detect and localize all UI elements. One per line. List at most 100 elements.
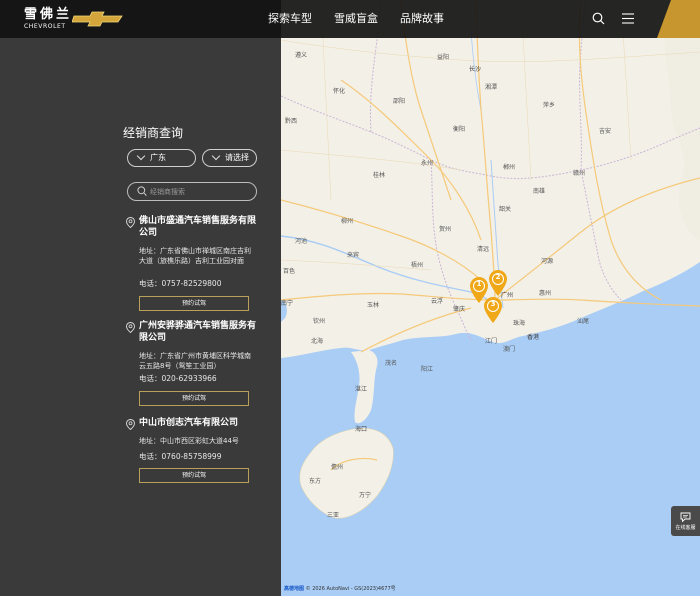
nav-blind-box[interactable]: 雪威盲盒 <box>334 13 378 25</box>
map-label: 黔西 <box>285 118 298 125</box>
map-label: 湛江 <box>355 386 368 393</box>
dealer-name[interactable]: 佛山市盛通汽车销售服务有限公司 <box>139 216 261 239</box>
map-label: 怀化 <box>333 88 346 95</box>
map-label: 云浮 <box>431 298 444 305</box>
dealer-phone: 电话：020-62933966 <box>139 374 217 384</box>
map-label: 湘潭 <box>485 84 498 91</box>
map-label: 阳江 <box>421 366 434 373</box>
marker-number: 1 <box>476 280 482 288</box>
gold-corner-decoration <box>657 0 700 38</box>
map-label: 万宁 <box>359 492 372 499</box>
map-label: 百色 <box>283 268 296 275</box>
chat-bubble-icon <box>680 512 691 522</box>
logo-en-text: CHEVROLET <box>24 23 66 30</box>
chevron-down-icon <box>136 151 146 161</box>
map-label: 吉安 <box>599 128 612 135</box>
map-label: 梧州 <box>411 262 424 269</box>
dealer-map[interactable]: 长沙 怀化 邵阳 衡阳 桂林 柳州 河池 来宾 百色 南宁 玉林 梧州 韶关 清… <box>281 0 700 596</box>
map-label: 遵义 <box>295 52 308 59</box>
map-label: 邵阳 <box>393 98 406 105</box>
phone-value: 020-62933966 <box>161 374 217 383</box>
map-label: 南雄 <box>533 188 546 195</box>
map-label: 北海 <box>311 338 324 345</box>
city-select-value: 请选择 <box>225 153 249 162</box>
dealer-address: 地址：广东省广州市黄埔区科学城南云五路8号（鸳笙工业园） <box>139 351 251 371</box>
panel-title: 经销商查询 <box>123 126 184 140</box>
map-label: 海口 <box>355 426 368 433</box>
map-label: 香港 <box>527 334 540 341</box>
phone-value: 0760-85758999 <box>161 452 222 461</box>
map-label: 柳州 <box>341 218 354 225</box>
attribution-brand: 高德地图 <box>284 586 305 592</box>
logo-cn-text: 雪佛兰 <box>24 7 73 22</box>
attribution-text: © 2026 AutoNavi - GS(2023)4677号 <box>305 586 396 592</box>
map-label: 永州 <box>421 160 434 167</box>
map-label: 珠海 <box>513 320 526 327</box>
map-label: 赣州 <box>573 170 586 177</box>
province-select[interactable]: 广东 <box>127 149 196 167</box>
search-icon[interactable] <box>592 12 605 25</box>
phone-prefix: 电话： <box>139 279 162 288</box>
map-label: 郴州 <box>503 164 516 171</box>
phone-prefix: 电话： <box>139 374 162 383</box>
marker-number: 2 <box>495 273 501 281</box>
main-nav: 探索车型 雪威盲盒 品牌故事 <box>268 0 444 38</box>
book-test-drive-button[interactable]: 预约试驾 <box>139 296 249 311</box>
map-label: 澳门 <box>503 346 516 353</box>
dealer-search-input[interactable] <box>150 184 250 199</box>
address-prefix: 地址： <box>139 247 160 255</box>
map-label: 惠州 <box>539 290 552 297</box>
map-label: 儋州 <box>331 464 344 471</box>
map-label: 汕尾 <box>577 318 590 325</box>
book-test-drive-button[interactable]: 预约试驾 <box>139 468 249 483</box>
location-pin-icon <box>126 419 135 430</box>
nav-brand-story[interactable]: 品牌故事 <box>400 13 444 25</box>
dealer-address: 地址：中山市西区彩虹大道44号 <box>139 436 251 446</box>
map-label: 来宾 <box>347 252 360 259</box>
book-test-drive-button[interactable]: 预约试驾 <box>139 391 249 406</box>
map-label: 玉林 <box>367 302 380 309</box>
map-label: 东方 <box>309 478 322 485</box>
map-label: 桂林 <box>373 172 386 179</box>
map-label: 益阳 <box>437 54 450 61</box>
map-label: 茂名 <box>385 360 398 367</box>
map-label: 衡阳 <box>453 126 466 133</box>
dealer-phone: 电话：0760-85758999 <box>139 452 221 462</box>
map-label: 韶关 <box>499 206 512 213</box>
map-attribution: 高德地图 © 2026 AutoNavi - GS(2023)4677号 <box>284 586 396 592</box>
dealer-search-panel: 经销商查询 广东 请选择 佛山市盛通汽车销售服务有限公司 地址：广东省佛山市禅城… <box>0 38 281 596</box>
dealer-address: 地址：广东省佛山市禅城区南庄吉利大道（旅樵乐路）吉利工业园对面 <box>139 246 251 266</box>
map-label: 清远 <box>477 246 490 253</box>
dealer-search-box <box>127 182 257 201</box>
map-label: 钦州 <box>313 318 326 325</box>
nav-explore-models[interactable]: 探索车型 <box>268 13 312 25</box>
bowtie-icon <box>72 11 123 27</box>
phone-prefix: 电话： <box>139 452 162 461</box>
marker-number: 3 <box>490 300 496 308</box>
map-label: 三亚 <box>327 512 340 519</box>
menu-icon[interactable] <box>622 13 634 24</box>
location-pin-icon <box>126 322 135 333</box>
map-label: 长沙 <box>469 66 482 73</box>
address-value: 中山市西区彩虹大道44号 <box>160 437 239 445</box>
address-prefix: 地址： <box>139 437 160 445</box>
map-label: 河源 <box>541 258 554 265</box>
city-select[interactable]: 请选择 <box>202 149 257 167</box>
address-prefix: 地址： <box>139 352 160 360</box>
top-header: 雪佛兰 CHEVROLET 探索车型 雪威盲盒 品牌故事 <box>0 0 700 38</box>
map-label: 河池 <box>295 238 308 245</box>
map-label: 南宁 <box>281 300 294 307</box>
chevron-down-icon <box>211 151 221 161</box>
location-pin-icon <box>126 217 135 228</box>
dealer-phone: 电话：0757-82529800 <box>139 279 221 289</box>
province-select-value: 广东 <box>150 153 166 162</box>
map-label: 江门 <box>485 338 498 345</box>
dealer-name[interactable]: 中山市创志汽车有限公司 <box>139 418 261 430</box>
dealer-name[interactable]: 广州安骅骅通汽车销售服务有限公司 <box>139 321 261 344</box>
online-service-label: 在线客服 <box>675 525 696 531</box>
map-label: 贺州 <box>439 226 452 233</box>
online-service-button[interactable]: 在线客服 <box>671 506 700 536</box>
map-label: 肇庆 <box>453 306 466 313</box>
search-icon <box>137 186 147 196</box>
map-label: 萍乡 <box>543 102 556 109</box>
